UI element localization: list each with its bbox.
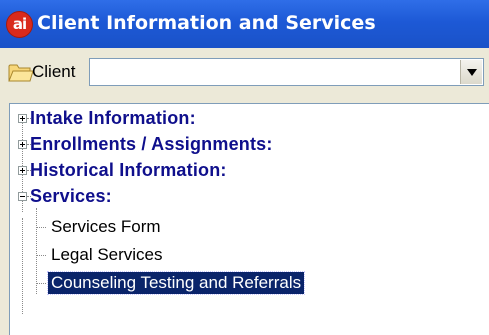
tree-node-enrollments-assignments[interactable]: Enrollments / Assignments: (10, 132, 480, 158)
folder-icon (8, 64, 34, 82)
tree-item-label: Services Form (51, 217, 161, 236)
tree-node-label: Enrollments / Assignments: (30, 134, 273, 154)
expand-plus-icon[interactable] (18, 114, 27, 123)
tree-node-services[interactable]: Services: (10, 184, 480, 210)
tree-node-label: Historical Information: (30, 160, 227, 180)
tree-item-counseling-testing-referrals[interactable]: Counseling Testing and Referrals (10, 270, 480, 296)
client-toolbar: Client (0, 48, 489, 100)
navigation-tree[interactable]: Intake Information: Enrollments / Assign… (9, 103, 489, 335)
expand-plus-icon[interactable] (18, 166, 27, 175)
tree-item-label: Legal Services (51, 245, 163, 264)
tree-node-historical-information[interactable]: Historical Information: (10, 158, 480, 184)
chevron-down-icon (467, 69, 477, 76)
title-bar[interactable]: ai Client Information and Services (0, 0, 489, 48)
tree-item-legal-services[interactable]: Legal Services (10, 242, 480, 268)
collapse-minus-icon[interactable] (18, 192, 27, 201)
client-label: Client (32, 62, 76, 81)
tree-item-label-selected: Counseling Testing and Referrals (46, 271, 306, 295)
expand-plus-icon[interactable] (18, 140, 27, 149)
client-select[interactable] (89, 58, 484, 86)
tree-item-services-form[interactable]: Services Form (10, 214, 480, 240)
tree-node-label: Intake Information: (30, 108, 196, 128)
window-title: Client Information and Services (37, 12, 376, 34)
tree-node-label: Services: (30, 186, 112, 206)
app-logo-icon: ai (6, 11, 33, 38)
client-information-window: ai Client Information and Services Clien… (0, 0, 489, 335)
tree-node-intake-information[interactable]: Intake Information: (10, 106, 480, 132)
client-dropdown-button[interactable] (460, 60, 482, 84)
